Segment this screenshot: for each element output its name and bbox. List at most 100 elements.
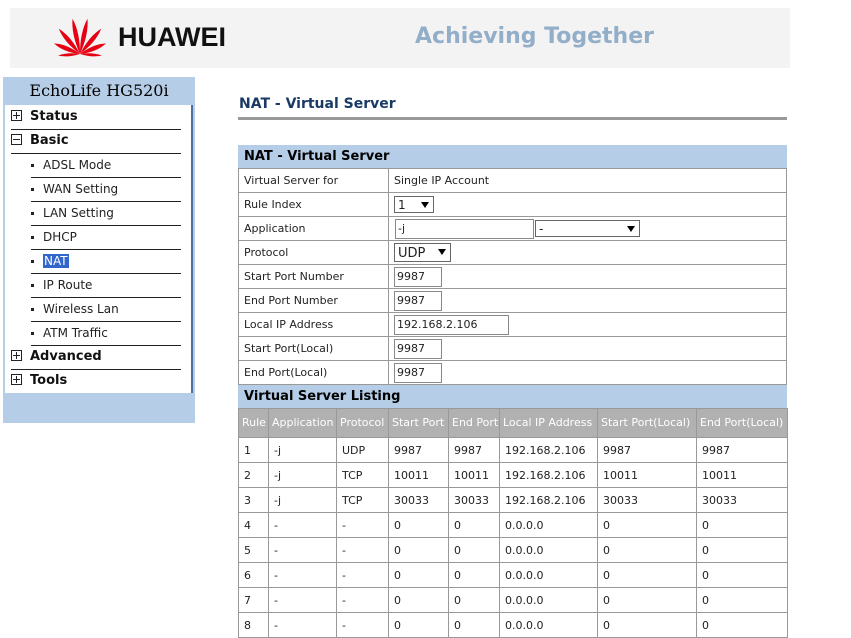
table-row: 1 -j UDP 9987 9987 192.168.2.106 9987 9987 [238,437,788,463]
sidebar: EchoLife HG520i Status Basic ADSL Mode W… [3,77,195,423]
table-cell: 0 [597,612,697,638]
sidebar-item-ip-route[interactable]: IP Route [31,274,181,298]
form-value-cell: 192.168.2.106 [388,312,787,337]
sidebar-item-label: ADSL Mode [43,158,112,172]
table-cell: - [336,537,389,563]
chevron-down-icon [627,226,635,232]
table-cell: 6 [238,562,269,588]
form-row-application: Application -j - [238,216,787,241]
brand-name: HUAWEI [118,22,226,52]
table-cell: 10011 [696,462,788,488]
protocol-select-value: UDP [398,246,426,261]
table-cell: 8 [238,612,269,638]
column-header: Start Port(Local) [597,408,697,438]
sidebar-item-advanced[interactable]: Advanced [11,346,181,370]
table-row: 3 -j TCP 30033 30033 192.168.2.106 30033 30033 [238,487,788,513]
end-port-input[interactable]: 9987 [394,290,442,311]
table-cell: - [268,537,337,563]
huawei-logo-icon [54,18,106,57]
table-cell: 0 [696,512,788,538]
sidebar-item-basic[interactable]: Basic [11,130,181,154]
table-cell: 30033 [597,487,697,513]
table-cell: 0.0.0.0 [499,512,598,538]
minus-box-icon[interactable] [11,134,22,145]
sidebar-item-label: DHCP [43,230,77,244]
sidebar-item-wan-setting[interactable]: WAN Setting [31,178,181,202]
column-header: End Port(Local) [696,408,788,438]
plus-box-icon[interactable] [11,110,22,121]
sidebar-item-nat[interactable]: NAT [31,250,181,274]
rule-index-select-value: 1 [398,198,406,212]
rule-index-select[interactable]: 1 [394,196,434,213]
plus-box-icon[interactable] [11,350,22,361]
sidebar-item-tools[interactable]: Tools [11,370,181,394]
table-cell: 0 [696,537,788,563]
sidebar-item-label: LAN Setting [43,206,114,220]
table-cell: 0.0.0.0 [499,587,598,613]
listing-section-header: Virtual Server Listing [238,385,787,408]
table-cell: - [268,587,337,613]
table-cell: 0 [597,587,697,613]
sidebar-item-label: Basic [30,133,69,148]
form-label: Start Port(Local) [238,336,389,361]
form-label: Virtual Server for [238,168,389,193]
form-label: Application [238,216,389,241]
bullet-icon [31,212,34,215]
table-row: 5- -0 0 0.0.0.0 0 0 [238,537,788,563]
table-cell: 10011 [388,462,449,488]
chevron-down-icon [438,249,446,255]
form-row-start-port: Start Port Number 9987 [238,264,787,289]
title-divider [238,117,787,120]
form-value-cell: 9987 [388,360,787,385]
form-value-cell: 9987 [388,288,787,313]
virtual-server-for-value: Single IP Account [388,168,787,193]
sidebar-item-label: IP Route [43,278,93,292]
local-ip-input[interactable]: 192.168.2.106 [394,314,509,335]
table-cell: - [336,587,389,613]
form-label: Start Port Number [238,264,389,289]
sidebar-item-lan-setting[interactable]: LAN Setting [31,202,181,226]
sidebar-item-atm-traffic[interactable]: ATM Traffic [31,322,181,346]
start-port-local-input[interactable]: 9987 [394,338,442,359]
sidebar-item-status[interactable]: Status [11,106,181,130]
table-cell: 0 [448,587,500,613]
sidebar-item-dhcp[interactable]: DHCP [31,226,181,250]
application-select[interactable]: - [535,220,640,237]
table-cell: 0 [597,512,697,538]
end-port-local-input[interactable]: 9987 [394,362,442,383]
table-cell: 3 [238,487,269,513]
table-cell: 0 [388,612,449,638]
sidebar-menu: Status Basic ADSL Mode WAN Setting LAN S… [5,105,193,393]
table-cell: 0 [696,562,788,588]
table-cell: 30033 [388,487,449,513]
table-cell: UDP [336,437,389,463]
table-cell: 7 [238,587,269,613]
sidebar-item-adsl-mode[interactable]: ADSL Mode [31,154,181,178]
start-port-input[interactable]: 9987 [394,266,442,287]
table-cell: 0 [597,537,697,563]
application-input[interactable]: -j [395,218,534,239]
form-value-cell: -j - [388,216,787,241]
table-cell: 0 [388,562,449,588]
listing-body: 1 -j UDP 9987 9987 192.168.2.106 9987 9987 2 -j TC… [238,437,788,638]
page-title: NAT - Virtual Server [239,96,396,112]
column-header: End Port [448,408,500,438]
chevron-down-icon [421,202,429,208]
table-cell: 0 [696,587,788,613]
table-cell: - [268,562,337,588]
form-label: Local IP Address [238,312,389,337]
sidebar-item-wireless-lan[interactable]: Wireless Lan [31,298,181,322]
sidebar-item-label: Advanced [30,349,102,364]
table-cell: 9987 [597,437,697,463]
table-cell: TCP [336,487,389,513]
table-cell: 0 [448,512,500,538]
table-cell: 192.168.2.106 [499,437,598,463]
column-header: Application [268,408,337,438]
form-label: End Port Number [238,288,389,313]
bullet-icon [31,188,34,191]
table-cell: - [336,562,389,588]
plus-box-icon[interactable] [11,374,22,385]
form-row-start-port-local: Start Port(Local) 9987 [238,336,787,361]
form-value-cell: 9987 [388,336,787,361]
protocol-select[interactable]: UDP [394,243,451,262]
